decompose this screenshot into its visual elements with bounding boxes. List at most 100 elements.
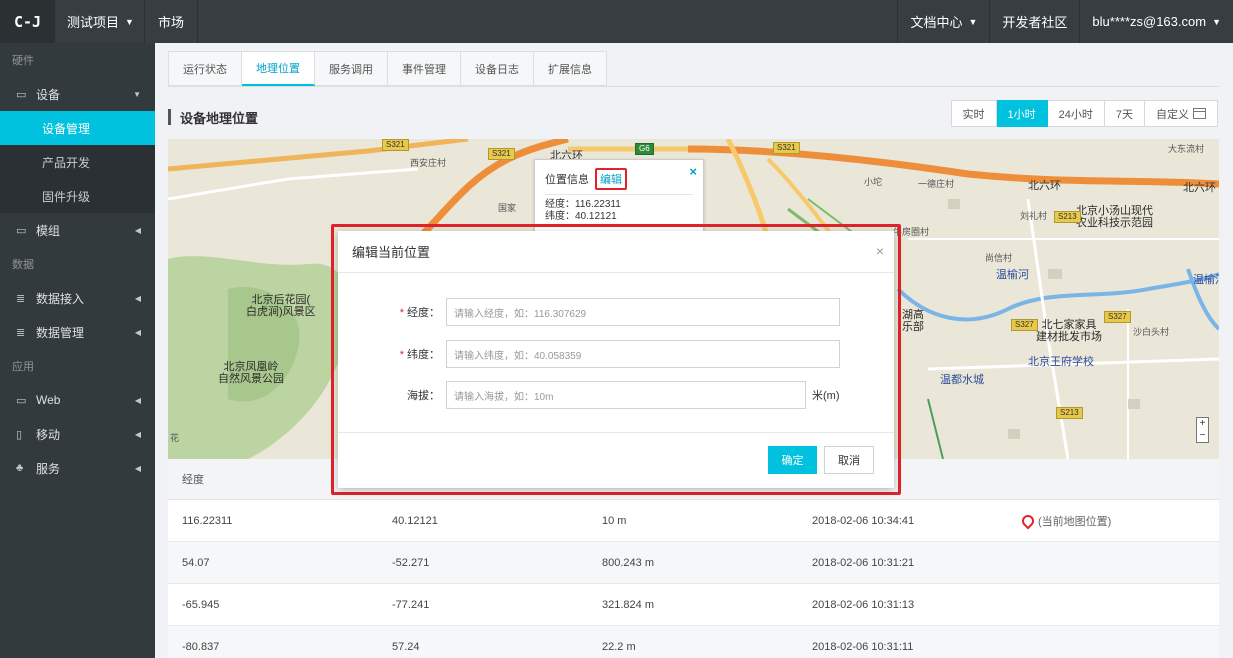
sidebar-section-hardware: 硬件	[12, 55, 34, 67]
sidebar-item-mobile[interactable]: ▯ 移动 ◀	[0, 417, 155, 451]
sidebar-section-data: 数据	[12, 259, 34, 271]
longitude-input[interactable]: 请输入经度，如：116.307629	[446, 298, 840, 326]
sidebar: 硬件 ▭ 设备 ▼ 设备管理 产品开发 固件升级 ▭ 模组 ◀ 数据 ≣ 数据接…	[0, 43, 155, 658]
cell-longitude: -80.837	[182, 640, 220, 653]
community-link[interactable]: 开发者社区	[989, 0, 1079, 43]
project-switcher[interactable]: 测试项目 ▼	[55, 0, 145, 43]
time-realtime[interactable]: 实时	[950, 100, 997, 127]
monitor-icon: ▭	[16, 88, 27, 101]
console-logo-icon[interactable]: C-J	[0, 0, 55, 43]
latitude-input[interactable]: 请输入纬度，如：40.058359	[446, 340, 840, 368]
map-label: 北京后花园( 白虎涧)风景区	[246, 294, 316, 318]
market-link[interactable]: 市场	[145, 0, 199, 43]
time-7d[interactable]: 7天	[1104, 100, 1145, 127]
chevron-left-icon: ◀	[134, 225, 141, 235]
time-range-selector: 实时 1小时 24小时 7天 自定义	[950, 100, 1218, 127]
map-label: 北六环	[1183, 182, 1216, 194]
close-icon[interactable]: ×	[689, 164, 697, 179]
time-custom[interactable]: 自定义	[1145, 100, 1218, 127]
cell-altitude: 10 m	[602, 514, 627, 527]
map-label: 花	[170, 433, 180, 443]
sidebar-item-firmware[interactable]: 固件升级	[0, 179, 155, 213]
map-label: 一德庄村	[918, 179, 955, 189]
close-icon[interactable]: ×	[876, 243, 884, 259]
sidebar-item-module[interactable]: ▭ 模组 ◀	[0, 213, 155, 247]
required-mark: *	[399, 307, 404, 319]
cell-time: 2018-02-06 10:31:13	[812, 598, 915, 611]
cell-latitude: 40.12121	[392, 514, 438, 527]
cell-altitude: 22.2 m	[602, 640, 636, 653]
popup-edit-link[interactable]: 编辑	[595, 168, 627, 190]
latitude-label: * 纬度：	[338, 346, 446, 362]
tab-status[interactable]: 运行状态	[168, 51, 242, 86]
tab-event-manage[interactable]: 事件管理	[388, 51, 461, 86]
sidebar-item-data-manage[interactable]: ≣ 数据管理 ◀	[0, 315, 155, 349]
user-menu[interactable]: blu****zs@163.com ▼	[1079, 0, 1233, 43]
list-icon: ≣	[16, 292, 26, 305]
sidebar-item-label: 数据接入	[36, 291, 85, 306]
latitude-row: * 纬度： 请输入纬度，如：40.058359	[338, 340, 840, 368]
time-1h[interactable]: 1小时	[996, 100, 1048, 127]
sidebar-item-web[interactable]: ▭ Web ◀	[0, 383, 155, 417]
list-icon: ≣	[16, 326, 26, 339]
road-sign: S321	[773, 142, 800, 154]
sidebar-item-label: 移动	[36, 427, 61, 442]
table-row[interactable]: -65.945 -77.241 321.824 m 2018-02-06 10:…	[168, 584, 1219, 626]
map-label: 北京凤凰岭 自然风景公园	[218, 361, 284, 385]
cancel-button[interactable]: 取消	[824, 446, 874, 474]
location-pin-icon	[1019, 512, 1037, 529]
chevron-left-icon: ◀	[134, 463, 141, 473]
sidebar-item-device-manage[interactable]: 设备管理	[0, 111, 155, 145]
top-bar: C-J 测试项目 ▼ 市场 文档中心 ▼ 开发者社区 blu****zs@163…	[0, 0, 1233, 43]
map-label: 北七家家具 建材批发市场	[1036, 319, 1102, 343]
tab-geo-location[interactable]: 地理位置	[242, 51, 315, 86]
chevron-left-icon: ◀	[134, 395, 141, 405]
desktop-icon: ▭	[16, 394, 27, 407]
popup-latitude: 纬度：40.12121	[545, 211, 617, 222]
altitude-input[interactable]: 请输入海拔，如：10m	[446, 381, 806, 409]
time-24h[interactable]: 24小时	[1047, 100, 1105, 127]
altitude-unit: 米(m)	[812, 390, 840, 402]
map-zoom-control[interactable]: + −	[1196, 417, 1209, 443]
docs-menu[interactable]: 文档中心 ▼	[897, 0, 989, 43]
tab-extended-info[interactable]: 扩展信息	[534, 51, 607, 86]
table-row[interactable]: -80.837 57.24 22.2 m 2018-02-06 10:31:11	[168, 626, 1219, 658]
edit-location-dialog: 编辑当前位置 × * 经度： 请输入经度，如：116.307629 * 纬度： 请输…	[338, 231, 894, 488]
tab-device-log[interactable]: 设备日志	[461, 51, 534, 86]
sidebar-item-service[interactable]: ♣ 服务 ◀	[0, 451, 155, 485]
chevron-left-icon: ◀	[134, 429, 141, 439]
sidebar-section-app: 应用	[12, 361, 34, 373]
longitude-row: * 经度： 请输入经度，如：116.307629	[338, 298, 840, 326]
required-mark: *	[399, 349, 404, 361]
map-label: 温都水城	[940, 374, 984, 386]
cell-longitude: 54.07	[182, 556, 210, 569]
road-sign: S213	[1056, 407, 1083, 419]
tab-service-call[interactable]: 服务调用	[315, 51, 388, 86]
chevron-down-icon: ▼	[125, 16, 134, 27]
sidebar-item-label: 数据管理	[36, 325, 85, 340]
latitude-label-text: 纬度：	[407, 349, 440, 361]
sidebar-item-data-access[interactable]: ≣ 数据接入 ◀	[0, 281, 155, 315]
cell-altitude: 321.824 m	[602, 598, 654, 611]
road-sign: S213	[1054, 211, 1081, 223]
map-label: 温榆河	[996, 269, 1029, 281]
map-label: 北六环	[1028, 180, 1061, 192]
road-sign: S321	[382, 139, 409, 151]
column-header-longitude: 经度	[182, 474, 204, 486]
map-label: 北京小汤山现代 农业科技示范园	[1076, 205, 1153, 229]
road-sign: S321	[488, 148, 515, 160]
longitude-label-text: 经度：	[407, 307, 440, 319]
cell-current-position[interactable]: (当前地图位置)	[1008, 512, 1219, 529]
cell-latitude: 57.24	[392, 640, 420, 653]
chevron-down-icon: ▼	[1212, 16, 1221, 27]
sidebar-item-device[interactable]: ▭ 设备 ▼	[0, 77, 155, 111]
cell-longitude: -65.945	[182, 598, 220, 611]
confirm-button[interactable]: 确定	[768, 446, 817, 474]
sidebar-item-product-dev[interactable]: 产品开发	[0, 145, 155, 179]
chevron-down-icon: ▼	[968, 16, 978, 27]
table-row[interactable]: 54.07 -52.271 800.243 m 2018-02-06 10:31…	[168, 542, 1219, 584]
docs-label: 文档中心	[910, 15, 963, 30]
table-row[interactable]: 116.22311 40.12121 10 m 2018-02-06 10:34…	[168, 500, 1219, 542]
map-label: 大东流村	[1168, 144, 1205, 154]
cell-latitude: -77.241	[392, 598, 430, 611]
